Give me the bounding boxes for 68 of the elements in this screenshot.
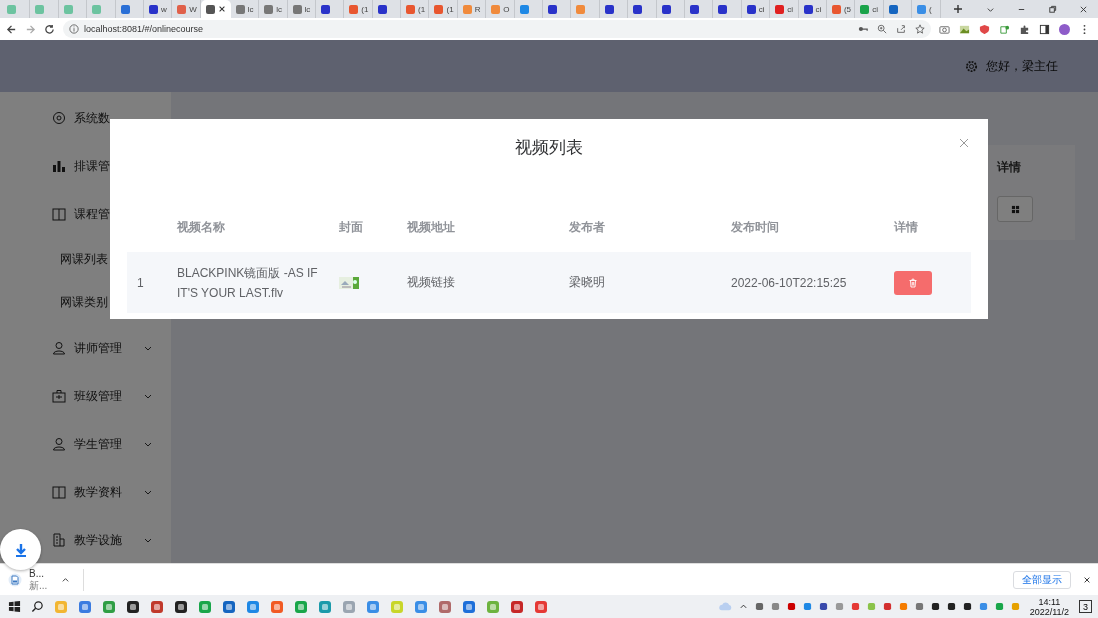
info-icon (69, 24, 79, 34)
sidebar-item[interactable]: 教学资料 (48, 468, 171, 516)
trash-icon (908, 277, 918, 288)
sidebar-item[interactable]: 教学设施 (48, 516, 171, 564)
menu-item-icon (52, 111, 66, 125)
close-icon[interactable] (217, 5, 226, 13)
sidebar-icon[interactable] (1039, 23, 1050, 35)
menu-item-icon (52, 485, 66, 499)
browser-tab[interactable] (200, 0, 231, 18)
camera-icon[interactable] (939, 23, 950, 35)
table-cell: BLACKPINK镜面版 -AS IF IT'S YOUR LAST.flv (177, 265, 318, 300)
table-cell: 梁晓明 (569, 275, 605, 289)
delete-button[interactable] (894, 270, 932, 295)
restore-icon[interactable] (1048, 4, 1057, 14)
notification-button[interactable]: 3 (1079, 600, 1092, 613)
star-icon[interactable] (915, 24, 925, 34)
menu-item-icon (52, 389, 66, 403)
key-icon[interactable] (858, 24, 868, 34)
avatar-icon[interactable] (1059, 23, 1070, 35)
column-header: 详情 (894, 219, 918, 234)
menu-item-icon (52, 207, 66, 221)
sidebar-item[interactable]: 课程管 (48, 190, 171, 238)
forward-icon[interactable] (25, 23, 36, 35)
address-field[interactable]: localhost:8081/#/onlinecourse (63, 20, 931, 38)
column-header: 视频名称 (177, 220, 225, 234)
close-icon[interactable] (1079, 4, 1088, 14)
download-item[interactable]: B... 新... (8, 567, 48, 592)
table-cell: 2022-06-10T22:15:25 (731, 275, 847, 290)
table-cell: 视频链接 (407, 275, 455, 289)
table-cell: 1 (137, 275, 144, 290)
caret-icon[interactable] (738, 602, 748, 611)
shield-icon[interactable] (979, 23, 990, 35)
settings-icon[interactable] (965, 59, 978, 73)
sidebar-item[interactable]: 班级管理 (48, 372, 171, 420)
extension-icon[interactable] (999, 23, 1010, 35)
greeting-text: 您好，梁主任 (986, 57, 1058, 75)
share-icon[interactable] (896, 24, 906, 34)
sidebar-item[interactable]: 系统数 (48, 94, 171, 142)
new-tab-icon[interactable] (952, 4, 963, 14)
menu-item-icon (52, 159, 66, 173)
close-icon[interactable] (1083, 575, 1091, 584)
column-header: 视频地址 (407, 219, 455, 234)
zoom-icon[interactable] (877, 24, 887, 34)
sidebar-item[interactable]: 学生管理 (48, 420, 171, 468)
grid-icon (1010, 204, 1020, 214)
reload-icon[interactable] (44, 23, 55, 35)
menu-item-icon (52, 533, 66, 547)
puzzle-icon[interactable] (1019, 23, 1030, 35)
menu-item-icon (52, 437, 66, 451)
sidebar-item[interactable]: 排课管 (48, 142, 171, 190)
column-header: 发布者 (569, 219, 605, 234)
clock[interactable]: 14:11 2022/11/2 (1029, 596, 1069, 617)
file-icon (8, 572, 22, 587)
sidebar-item[interactable]: 讲师管理 (48, 324, 171, 372)
start-icon[interactable] (8, 600, 21, 613)
app-icon[interactable] (126, 599, 140, 614)
app-icon[interactable] (174, 599, 188, 614)
column-header: 封面 (339, 219, 363, 234)
column-header: 发布时间 (731, 219, 779, 234)
grid-button[interactable] (997, 196, 1033, 222)
show-all-button[interactable]: 全部显示 (1013, 570, 1071, 589)
back-icon[interactable] (6, 23, 17, 35)
image-icon[interactable] (959, 23, 970, 35)
dialog-title: 视频列表 (514, 137, 584, 159)
menu-item-icon (52, 341, 66, 355)
search-icon[interactable] (31, 600, 44, 613)
download-icon (13, 542, 28, 557)
column-header: 详情 (996, 159, 1022, 176)
